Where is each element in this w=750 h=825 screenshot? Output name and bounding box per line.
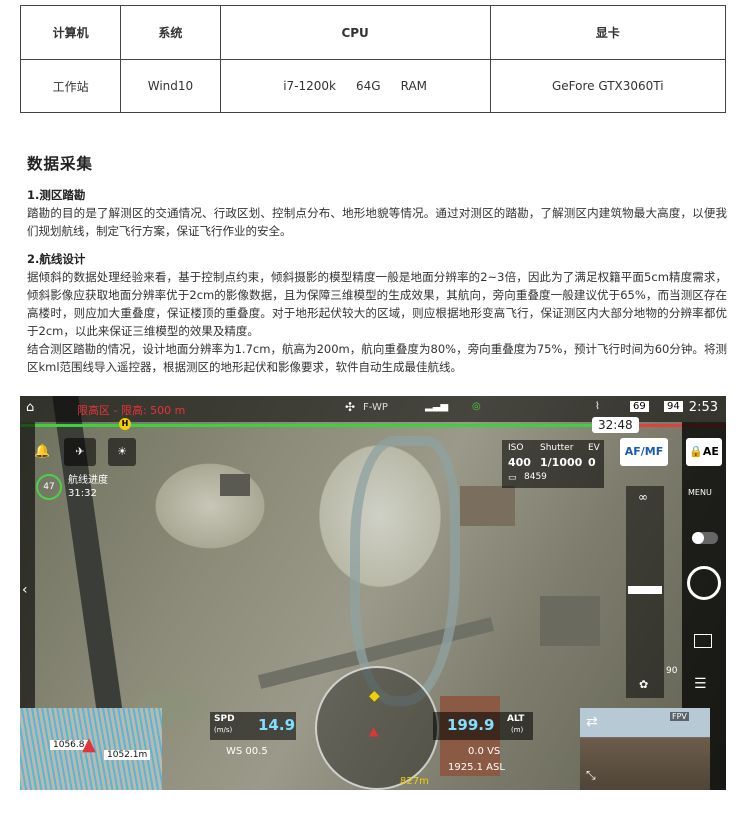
distance-home: 827m (400, 776, 429, 787)
sd-card-icon: ▭ (508, 473, 517, 483)
shutter-value: 1/1000 (540, 456, 583, 469)
vertical-speed: 0.0 VS (468, 746, 501, 757)
section-heading: 2.航线设计 (27, 252, 86, 266)
route-progress-info: 航线进度 31:32 (68, 474, 108, 500)
aerial-river (350, 436, 460, 706)
paragraph: 结合测区踏勘的情况，设计地面分辨率为1.7cm，航高为200m，航向重叠度为80… (27, 342, 727, 374)
route-progress-label: 航线进度 (68, 475, 108, 486)
drone-icon: ✣ (345, 400, 356, 414)
bell-icon[interactable]: 🔔 (34, 444, 50, 459)
aerial-building (220, 474, 250, 496)
fpv-view[interactable]: ⇄ FPV ⤡ (580, 708, 710, 790)
signal-icon: ▂▃▅ (425, 401, 449, 412)
header-system: 系统 (120, 5, 221, 60)
drone-controller-screenshot: ⌂ 限高区 - 限高: 500 m ✣ F-WP ▂▃▅ ◎ ⌇ 69 94 2… (20, 396, 726, 790)
ev-value: 0 (588, 456, 596, 469)
playback-icon[interactable] (694, 634, 712, 648)
photo-video-toggle[interactable] (692, 532, 718, 544)
cell-gpu: GeFore GTX3060Ti (489, 59, 727, 113)
chevron-left-icon[interactable]: ‹ (22, 582, 28, 598)
header-cpu: CPU (219, 5, 491, 60)
section-heading: 1.测区踏勘 (27, 188, 86, 202)
paragraph: 踏勘的目的是了解测区的交通情况、行政区划、控制点分布、地形地貌等情况。通过对测区… (27, 206, 727, 238)
minimap-label-2: 1052.1m (104, 750, 151, 760)
menu-button[interactable]: MENU (688, 488, 712, 497)
speed-gauge: SPD (m/s) 14.9 (210, 712, 296, 740)
article-title: 数据采集 (27, 155, 94, 173)
cell-computer: 工作站 (19, 59, 122, 113)
map-mode-button[interactable]: ✈ (64, 438, 96, 466)
wifi-icon: ⌇ (595, 401, 600, 412)
alt-unit: (m) (511, 726, 524, 734)
aircraft-heading-icon: ◆ (369, 688, 380, 704)
lock-icon: 🔒 (689, 445, 703, 458)
cell-system: Wind10 (120, 59, 221, 113)
light-button[interactable]: ☀ (108, 438, 136, 466)
iso-value: 400 (508, 456, 531, 469)
cpu-memory: 64G (356, 79, 381, 93)
ae-lock-label: AE (702, 445, 719, 458)
altitude-gauge: 199.9 ALT (m) (433, 712, 533, 740)
compass-attitude-indicator: ◆ ▲ (315, 666, 439, 790)
route-progress-ring: 47 (36, 474, 62, 500)
header-gpu: 显卡 (489, 5, 727, 60)
battery-2: 94 (664, 401, 683, 412)
aircraft-icon: ▲ (82, 734, 96, 755)
table-header-row: 计算机 系统 CPU 显卡 (19, 5, 727, 60)
height-limit-warning: 限高区 - 限高: 500 m (77, 404, 186, 417)
infinity-icon: ∞ (638, 490, 648, 504)
wind-speed: WS 00.5 (226, 746, 268, 757)
spec-table: 计算机 系统 CPU 显卡 工作站 Wind10 i7-1200k 64G RAM … (19, 5, 727, 113)
af-mf-button[interactable]: AF/MF (620, 438, 668, 466)
flower-icon: ✿ (639, 678, 649, 691)
zoom-slider-thumb[interactable] (628, 586, 662, 594)
zoom-slider[interactable]: ∞ ✿ (626, 486, 664, 698)
altitude-asl: 1925.1 ASL (448, 762, 505, 773)
spd-value: 14.9 (258, 716, 296, 734)
section-route-design: 2.航线设计 据倾斜的数据处理经验来看，基于控制点约束，倾斜摄影的模型精度一般是… (27, 250, 727, 376)
section-survey: 1.测区踏勘 踏勘的目的是了解测区的交通情况、行政区划、控制点分布、地形地貌等情… (27, 186, 727, 240)
shutter-button[interactable] (687, 566, 721, 600)
route-progress-time: 31:32 (68, 488, 97, 499)
cpu-ram: RAM (400, 79, 428, 93)
cell-cpu: i7-1200k 64G RAM (219, 59, 491, 113)
home-point-marker: H (119, 418, 131, 430)
alt-value: 199.9 (447, 716, 495, 734)
time-remaining: 32:48 (592, 417, 639, 433)
home-direction-icon: ▲ (369, 724, 379, 738)
alt-label: ALT (507, 714, 525, 724)
paragraph: 据倾斜的数据处理经验来看，基于控制点约束，倾斜摄影的模型精度一般是地面分辨率的2… (27, 270, 727, 338)
aerial-building (460, 486, 515, 526)
gps-icon: ◎ (472, 401, 481, 412)
flight-mode: F-WP (363, 402, 388, 413)
expand-icon[interactable]: ⤡ (586, 768, 596, 783)
fpv-label: FPV (670, 712, 689, 721)
spd-label: SPD (214, 714, 235, 724)
settings-sliders-icon[interactable]: ☰ (694, 676, 707, 692)
clock: 2:53 (688, 400, 718, 415)
toggle-knob (692, 532, 704, 544)
iso-label: ISO (508, 443, 524, 453)
spd-unit: (m/s) (214, 726, 233, 734)
photo-count: 8459 (524, 472, 547, 482)
side-scale-value: 90 (666, 666, 678, 676)
shutter-label: Shutter (540, 443, 574, 453)
battery-1: 69 (630, 401, 649, 412)
minimap[interactable]: 1056.8 ▲ 1052.1m (20, 708, 162, 790)
aerial-building (540, 596, 600, 646)
route-progress-done (20, 424, 594, 427)
home-icon[interactable]: ⌂ (26, 400, 34, 415)
ev-label: EV (588, 443, 600, 453)
header-computer: 计算机 (19, 5, 122, 60)
table-row: 工作站 Wind10 i7-1200k 64G RAM GeFore GTX3060… (19, 59, 727, 113)
article: 数据采集 1.测区踏勘 踏勘的目的是了解测区的交通情况、行政区划、控制点分布、地… (27, 155, 727, 376)
ae-lock-button[interactable]: 🔒AE (686, 438, 722, 466)
swap-view-icon[interactable]: ⇄ (586, 714, 598, 730)
camera-parameters: ISO 400 Shutter 1/1000 EV 0 ▭ 8459 (502, 440, 604, 488)
cpu-model: i7-1200k (283, 79, 337, 93)
